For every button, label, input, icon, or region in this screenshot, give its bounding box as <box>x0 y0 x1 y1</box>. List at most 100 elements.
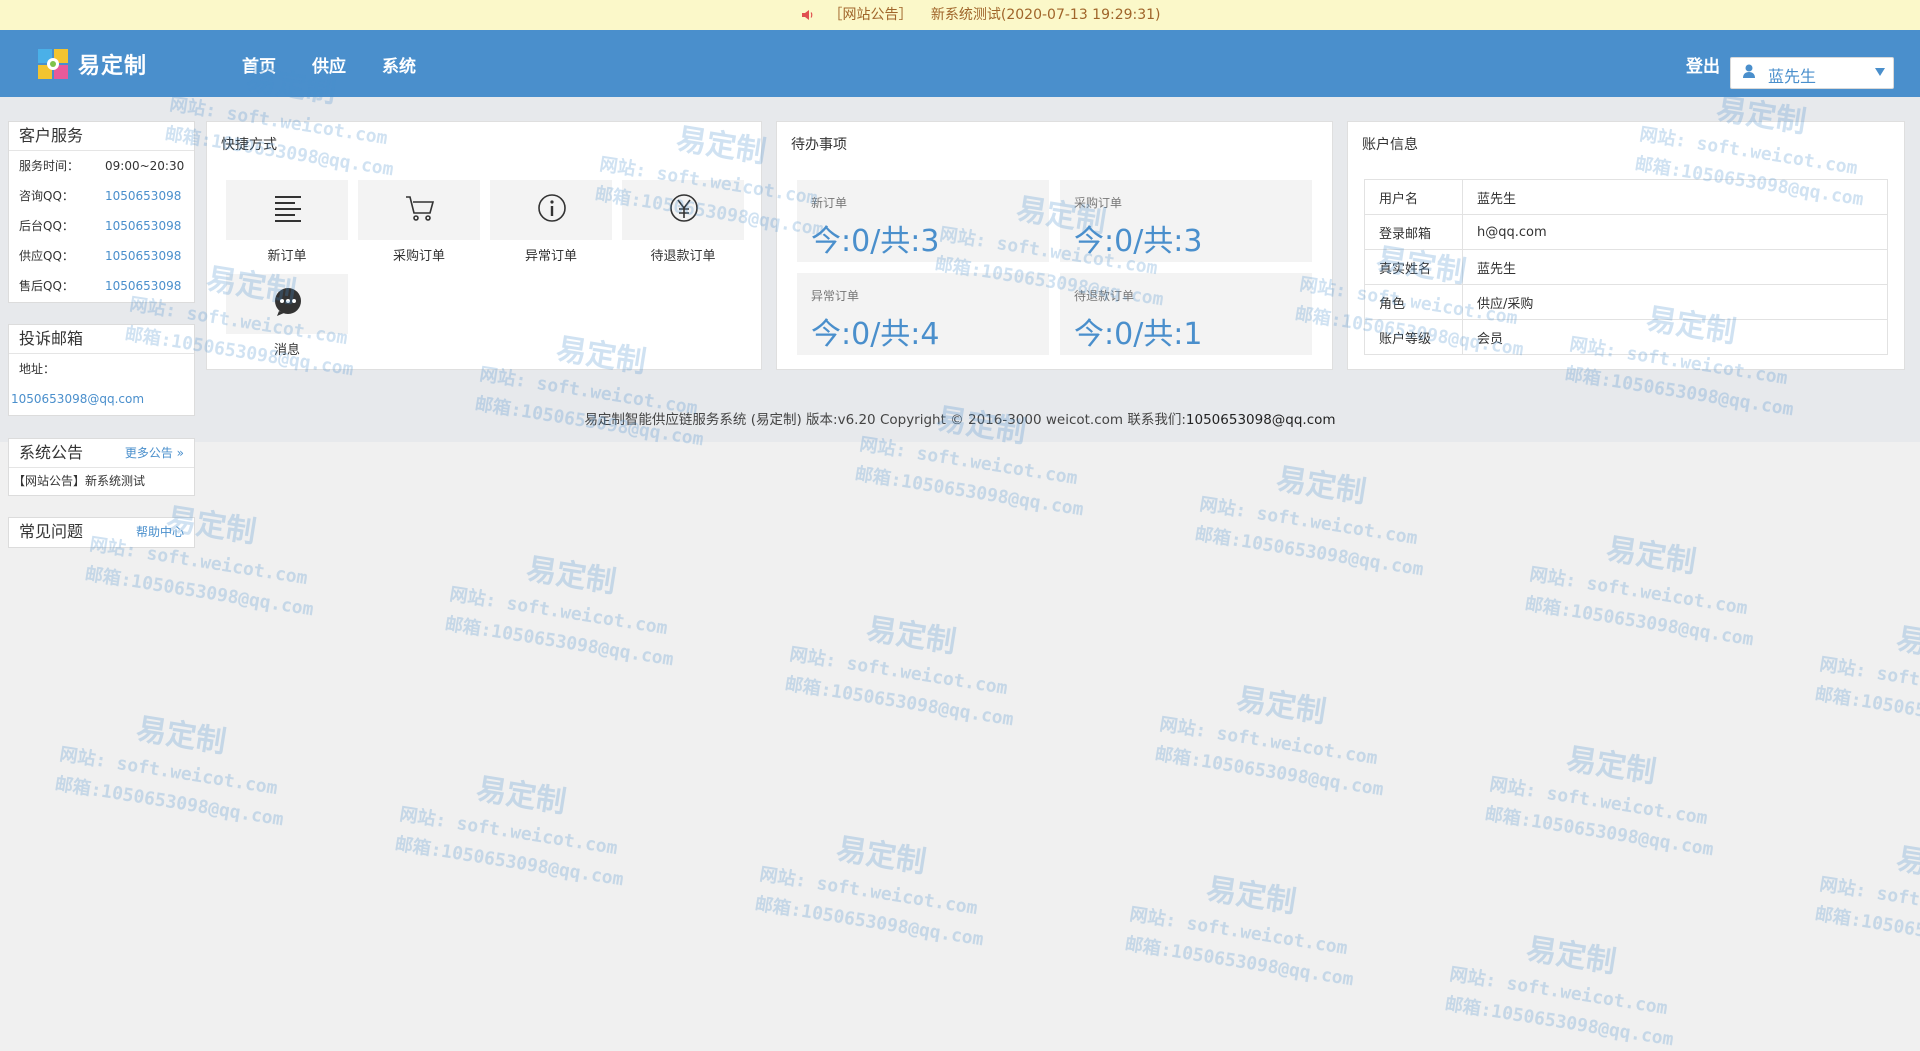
logo-text: 易定制 <box>78 54 148 79</box>
footer-contact-link[interactable]: 1050653098@qq.com <box>1186 412 1336 428</box>
watermark: 易定制 网站: soft.weicot.com 邮箱:1050653098@qq.c… <box>1123 871 1355 991</box>
todo-count: 今:0/共:1 <box>1074 317 1203 352</box>
todo-purchase-order[interactable]: 采购订单 今:0/共:3 <box>1060 180 1312 262</box>
customer-service-box: 客户服务 服务时间： 09:00~20:30 咨询QQ： 1050653098 … <box>8 121 195 303</box>
service-hours-value: 09:00~20:30 <box>105 159 185 173</box>
table-row: 角色 供应/采购 <box>1364 284 1888 320</box>
consult-qq-row: 咨询QQ： 1050653098 <box>9 181 194 211</box>
customer-service-title: 客户服务 <box>9 122 194 151</box>
account-value: 蓝先生 <box>1462 179 1888 215</box>
info-icon <box>538 194 566 222</box>
row-label: 后台QQ： <box>19 219 74 233</box>
watermark: 易定制 网站: soft.weicot.com 邮箱:1050653098@qq.c… <box>1443 931 1675 1051</box>
watermark: 易定制 网站: soft.weicot.com 邮箱:1050653098@qq.c… <box>443 551 675 671</box>
account-key: 用户名 <box>1364 179 1463 215</box>
todo-count: 今:0/共:4 <box>811 317 940 352</box>
todo-count: 今:0/共:3 <box>1074 224 1203 259</box>
nav-home[interactable]: 首页 <box>242 52 276 77</box>
todo-title: 待办事项 <box>791 137 847 153</box>
todo-label: 异常订单 <box>811 289 860 303</box>
account-title: 账户信息 <box>1362 137 1418 153</box>
table-row: 登录邮箱 h@qq.com <box>1364 214 1888 250</box>
announcement-item[interactable]: 【网站公告】新系统测试 <box>9 468 194 494</box>
backend-qq-link[interactable]: 1050653098 <box>105 211 181 241</box>
notice-tag: ［网站公告］ <box>828 7 913 23</box>
faq-title: 常见问题 帮助中心 <box>9 518 194 546</box>
row-label: 售后QQ： <box>19 279 74 293</box>
logo-icon <box>38 49 68 79</box>
table-row: 真实姓名 蓝先生 <box>1364 249 1888 285</box>
chevron-down-icon <box>1875 68 1885 76</box>
backend-qq-row: 后台QQ： 1050653098 <box>9 211 194 241</box>
supply-qq-link[interactable]: 1050653098 <box>105 241 181 271</box>
shortcut-label: 消息 <box>273 343 300 358</box>
announcement-item-text: 【网站公告】新系统测试 <box>13 474 146 488</box>
header: 易定制 首页 供应 系统 登出 <box>0 30 1920 97</box>
main-nav: 首页 供应 系统 <box>242 52 452 77</box>
speaker-icon <box>802 10 813 20</box>
watermark: 易定制 网站: soft.weicot.com 邮箱:1050653098@qq.c… <box>753 831 985 951</box>
more-announcements-link[interactable]: 更多公告 » <box>125 439 184 467</box>
watermark: 易定制 网站: soft.weicot.com 邮箱:1050653098@qq.c… <box>1813 621 1920 741</box>
notice-bar: ［网站公告］ 新系统测试(2020-07-13 19:29:31) <box>0 0 1920 30</box>
logo[interactable]: 易定制 <box>34 44 147 84</box>
todo-abnormal-order[interactable]: 异常订单 今:0/共:4 <box>797 273 1049 355</box>
account-value: 蓝先生 <box>1462 249 1888 285</box>
nav-supply[interactable]: 供应 <box>312 52 346 77</box>
logout-link[interactable]: 登出 <box>1686 52 1720 77</box>
aftersale-qq-row: 售后QQ： 1050653098 <box>9 271 194 301</box>
account-key: 账户等级 <box>1364 319 1463 355</box>
account-table: 用户名 蓝先生 登录邮箱 h@qq.com 真实姓名 蓝先生 角色 供应/采购 账户等级… <box>1364 179 1888 355</box>
todo-panel: 待办事项 新订单 今:0/共:3 采购订单 今:0/共:3 异常订单 今:0/共… <box>776 121 1333 370</box>
account-key: 真实姓名 <box>1364 249 1463 285</box>
table-row: 账户等级 会员 <box>1364 319 1888 355</box>
watermark: 易定制 网站: soft.weicot.com 邮箱:1050653098@qq.c… <box>1813 841 1920 961</box>
complaint-title: 投诉邮箱 <box>9 325 194 354</box>
todo-label: 新订单 <box>811 196 848 210</box>
todo-label: 采购订单 <box>1074 196 1123 210</box>
address-row: 地址： <box>9 354 194 384</box>
supply-qq-row: 供应QQ： 1050653098 <box>9 241 194 271</box>
watermark: 易定制 网站: soft.weicot.com 邮箱:1050653098@qq.c… <box>1153 681 1385 801</box>
row-label: 供应QQ： <box>19 249 74 263</box>
user-icon <box>1743 64 1755 82</box>
double-chevron-right-icon: » <box>176 446 184 460</box>
watermark: 易定制 网站: soft.weicot.com 邮箱:1050653098@qq.c… <box>783 611 1015 731</box>
todo-label: 待退款订单 <box>1074 289 1135 303</box>
more-announcements-text: 更多公告 <box>124 446 173 460</box>
account-key: 登录邮箱 <box>1364 214 1463 250</box>
todo-refund-order[interactable]: 待退款订单 今:0/共:1 <box>1060 273 1312 355</box>
shortcuts-title: 快捷方式 <box>221 137 277 153</box>
notice[interactable]: ［网站公告］ 新系统测试(2020-07-13 19:29:31) <box>800 0 1161 30</box>
service-hours-row: 服务时间： 09:00~20:30 <box>9 151 194 181</box>
user-dropdown[interactable]: 蓝先生 <box>1730 57 1894 89</box>
notice-text: 新系统测试(2020-07-13 19:29:31) <box>930 7 1161 23</box>
faq-box: 常见问题 帮助中心 <box>8 517 195 548</box>
aftersale-qq-link[interactable]: 1050653098 <box>105 271 181 301</box>
watermark: 易定制 网站: soft.weicot.com 邮箱:1050653098@qq.c… <box>1483 741 1715 861</box>
watermark: 易定制 网站: soft.weicot.com 邮箱:1050653098@qq.c… <box>1523 531 1755 651</box>
list-icon <box>275 196 301 222</box>
consult-qq-link[interactable]: 1050653098 <box>105 181 181 211</box>
user-name: 蓝先生 <box>1768 67 1817 86</box>
yen-icon <box>670 194 698 222</box>
help-center-link[interactable]: 帮助中心 <box>136 518 184 546</box>
account-value: h@qq.com <box>1462 214 1888 250</box>
account-key: 角色 <box>1364 284 1463 320</box>
watermark: 易定制 网站: soft.weicot.com 邮箱:1050653098@qq.c… <box>393 771 625 891</box>
account-value: 会员 <box>1462 319 1888 355</box>
footer: 易定制智能供应链服务系统 (易定制) 版本:v6.20 Copyright © … <box>0 408 1920 428</box>
shortcut-label: 异常订单 <box>524 249 577 264</box>
shortcut-label: 采购订单 <box>392 249 445 264</box>
announcement-title-text: 系统公告 <box>19 443 84 462</box>
account-value: 供应/采购 <box>1462 284 1888 320</box>
todo-new-order[interactable]: 新订单 今:0/共:3 <box>797 180 1049 262</box>
shortcut-label: 新订单 <box>267 249 307 264</box>
nav-system[interactable]: 系统 <box>382 52 416 77</box>
todo-count: 今:0/共:3 <box>811 224 940 259</box>
table-row: 用户名 蓝先生 <box>1364 179 1888 215</box>
announcement-box: 系统公告 更多公告 » 【网站公告】新系统测试 <box>8 438 195 496</box>
watermark: 易定制 网站: soft.weicot.com 邮箱:1050653098@qq.c… <box>1193 461 1425 581</box>
watermark: 易定制 网站: soft.weicot.com 邮箱:1050653098@qq.c… <box>53 711 285 831</box>
shortcuts-panel: 快捷方式 新订单 采购订单 异常订单 待退款订单 消息 <box>206 121 762 370</box>
